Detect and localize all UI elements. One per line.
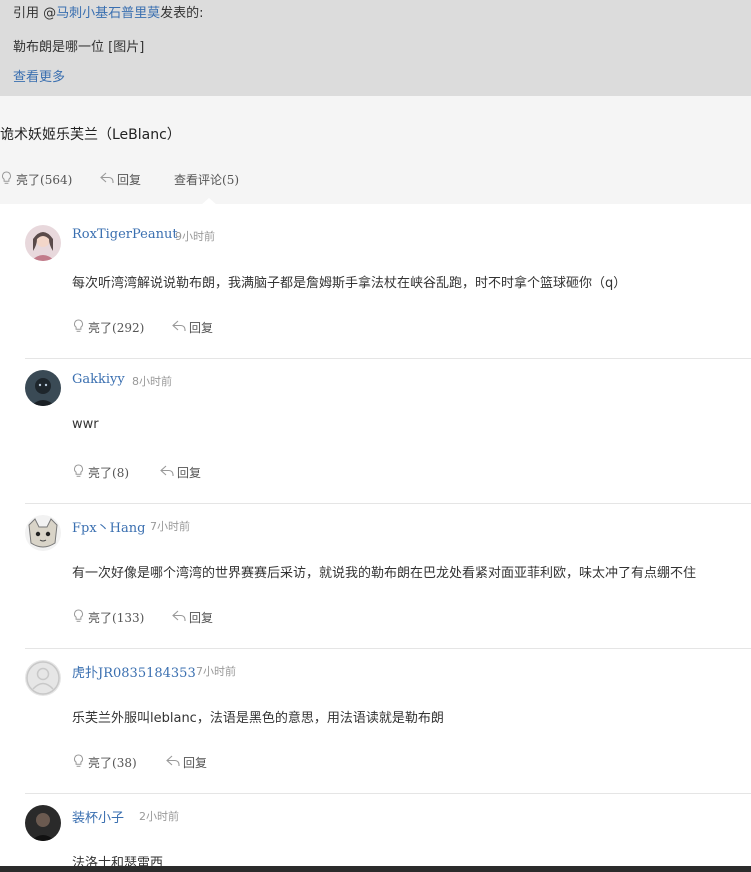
comment-author[interactable]: Fpx丶Hang [72, 517, 145, 536]
comment-time: 8小时前 [132, 375, 172, 388]
quote-block: 引用 @马刺小基石普里莫发表的: 勒布朗是哪一位 [图片] 查看更多 [0, 0, 751, 96]
divider [25, 793, 751, 794]
comment-like-label: 亮了 [88, 321, 113, 335]
comment-text: wwr [72, 417, 99, 432]
comment-item: 装杯小子 2小时前 法洛士和瑟雷西 [0, 793, 751, 872]
quote-prefix: 引用 @ [13, 6, 57, 21]
comment-text: 有一次好像是哪个湾湾的世界赛赛后采访，就说我的勒布朗在巴龙处看紧对面亚菲利欧，味… [72, 566, 697, 581]
answer-reply-label: 回复 [117, 173, 142, 187]
comment-reply-label: 回复 [189, 321, 214, 335]
comment-reply-label: 回复 [189, 611, 214, 625]
answer-text: 诡术妖姬乐芙兰（LeBlanc） [0, 127, 181, 143]
view-comments-count: (5) [222, 172, 240, 187]
comment-like-button[interactable]: 亮了 (8) [72, 464, 129, 481]
comment-like-label: 亮了 [88, 611, 113, 625]
reply-arrow-icon [166, 755, 180, 770]
answer-like-count: (564) [40, 172, 73, 187]
comment-actions: 亮了 (38) 回复 [72, 754, 272, 770]
reply-arrow-icon [172, 610, 186, 625]
comment-actions: 亮了 (133) 回复 [72, 609, 272, 625]
comment-reply-button[interactable]: 回复 [172, 319, 213, 336]
horizontal-scrollbar[interactable] [0, 866, 751, 872]
comment-like-button[interactable]: 亮了 (292) [72, 319, 144, 336]
avatar[interactable] [25, 370, 61, 406]
quote-text: 勒布朗是哪一位 [图片] [13, 40, 145, 55]
comment-item: Fpx丶Hang 7小时前 有一次好像是哪个湾湾的世界赛赛后采访，就说我的勒布朗… [0, 503, 751, 648]
comment-author[interactable]: RoxTigerPeanut [72, 227, 178, 242]
comment-reply-button[interactable]: 回复 [172, 609, 213, 626]
comment-time: 2小时前 [139, 810, 179, 823]
lightbulb-icon [72, 609, 85, 626]
avatar[interactable] [25, 515, 61, 551]
quote-header: 引用 @马刺小基石普里莫发表的: [13, 2, 204, 21]
comment-like-count: (133) [112, 610, 145, 625]
comment-reply-label: 回复 [183, 756, 208, 770]
comment-time: 9小时前 [175, 230, 215, 243]
divider [25, 358, 751, 359]
comment-item: RoxTigerPeanut 9小时前 每次听湾湾解说说勒布朗，我满脑子都是詹姆… [0, 204, 751, 349]
comment-text: 乐芙兰外服叫leblanc，法语是黑色的意思，用法语读就是勒布朗 [72, 711, 444, 726]
comment-reply-button[interactable]: 回复 [166, 754, 207, 771]
reply-arrow-icon [100, 172, 117, 187]
comment-like-label: 亮了 [88, 756, 113, 770]
lightbulb-icon [72, 754, 85, 771]
comment-like-count: (38) [112, 755, 137, 770]
lightbulb-icon [72, 319, 85, 336]
answer-like-label: 亮了 [16, 173, 41, 187]
divider [25, 648, 751, 649]
comment-like-count: (8) [112, 465, 130, 480]
view-comments-button[interactable]: 查看评论 (5) [174, 171, 239, 188]
comment-reply-button[interactable]: 回复 [160, 464, 201, 481]
comment-actions: 亮了 (8) 回复 [72, 464, 272, 480]
comment-reply-label: 回复 [177, 466, 202, 480]
view-comments-label: 查看评论 [174, 173, 223, 187]
answer-reply-button[interactable]: 回复 [100, 171, 141, 188]
divider [25, 503, 751, 504]
comment-text: 每次听湾湾解说说勒布朗，我满脑子都是詹姆斯手拿法杖在峡谷乱跑，时不时拿个篮球砸你… [72, 276, 627, 291]
comment-like-count: (292) [112, 320, 145, 335]
comment-author[interactable]: 虎扑JR0835184353 [72, 662, 196, 681]
avatar[interactable] [25, 805, 61, 841]
comment-like-button[interactable]: 亮了 (38) [72, 754, 137, 771]
comment-like-button[interactable]: 亮了 (133) [72, 609, 144, 626]
quote-suffix: 发表的: [160, 6, 204, 21]
avatar[interactable] [25, 225, 61, 261]
answer-like-button[interactable]: 亮了 (564) [0, 171, 72, 188]
comment-author[interactable]: Gakkiyy [72, 372, 125, 387]
quote-user-link[interactable]: 马刺小基石普里莫 [56, 6, 160, 21]
comment-author[interactable]: 装杯小子 [72, 807, 124, 826]
lightbulb-icon [72, 464, 85, 481]
reply-arrow-icon [160, 465, 174, 480]
reply-arrow-icon [172, 320, 186, 335]
comment-actions: 亮了 (292) 回复 [72, 319, 272, 335]
comment-time: 7小时前 [150, 520, 190, 533]
comment-item: Gakkiyy 8小时前 wwr 亮了 (8) 回复 [0, 358, 751, 503]
lightbulb-icon [0, 171, 16, 188]
comment-like-label: 亮了 [88, 466, 113, 480]
comment-time: 7小时前 [196, 665, 236, 678]
comment-item: 虎扑JR0835184353 7小时前 乐芙兰外服叫leblanc，法语是黑色的… [0, 648, 751, 793]
quote-more-link[interactable]: 查看更多 [13, 66, 65, 85]
comments-panel: RoxTigerPeanut 9小时前 每次听湾湾解说说勒布朗，我满脑子都是詹姆… [0, 204, 751, 872]
avatar[interactable] [25, 660, 61, 696]
